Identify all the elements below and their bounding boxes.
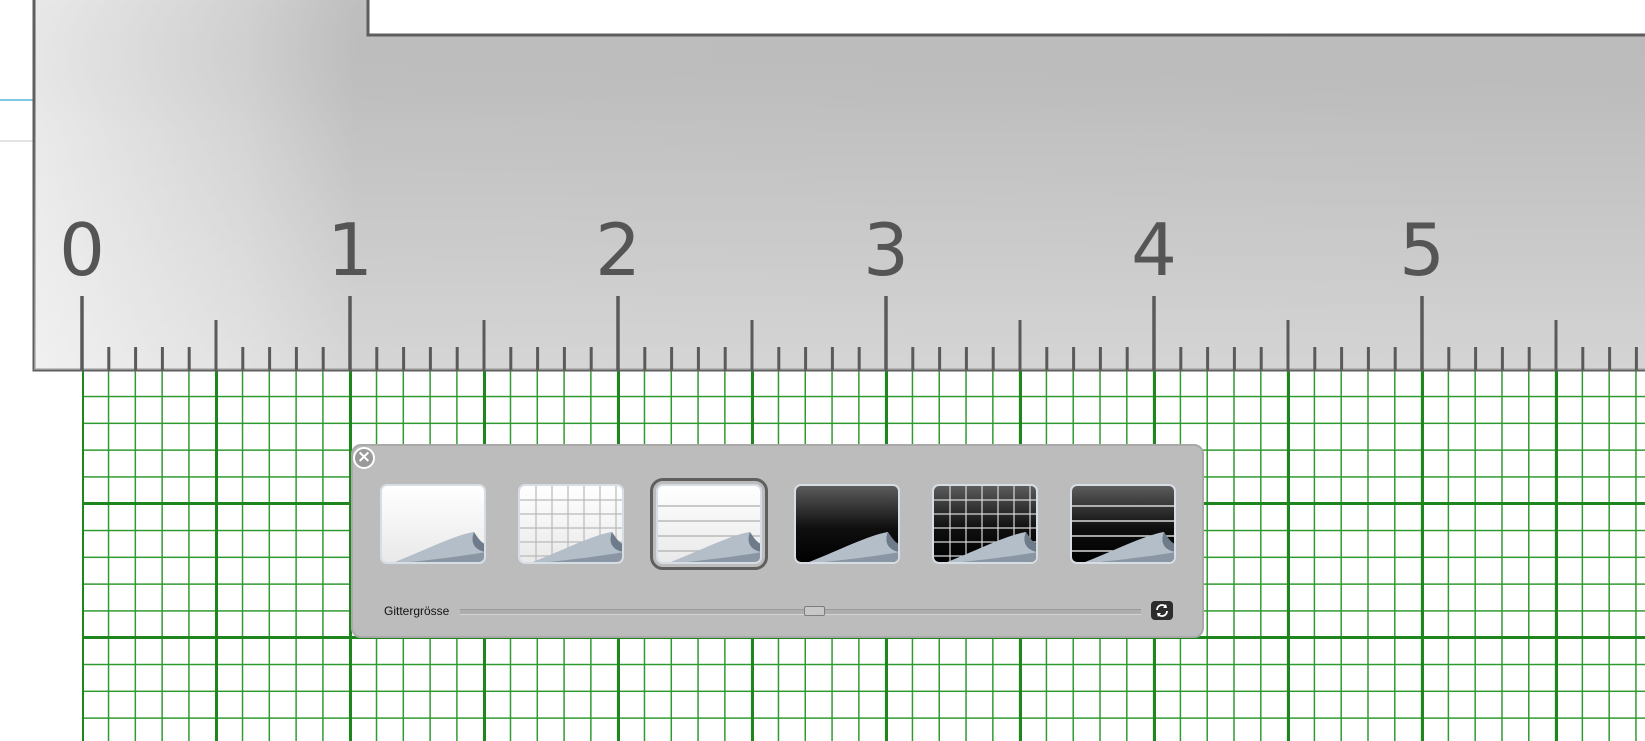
page-curl-icon <box>934 486 1036 562</box>
reset-icon[interactable] <box>1151 601 1173 620</box>
page-curl-icon <box>395 532 484 562</box>
ruler-unit-label: 0 <box>59 208 105 292</box>
ruler-unit-label: 5 <box>1399 208 1445 292</box>
grid-size-slider-thumb[interactable] <box>804 606 825 616</box>
background-option-plain-black[interactable] <box>794 484 900 564</box>
background-option-grid-black[interactable] <box>932 484 1038 564</box>
background-option-lines-black[interactable] <box>1070 484 1176 564</box>
background-option-plain-white[interactable] <box>380 484 486 564</box>
page-curl-icon <box>1072 505 1174 562</box>
close-icon[interactable]: × <box>353 447 375 469</box>
background-option-grid-white[interactable] <box>518 484 624 564</box>
page-curl-icon <box>809 532 898 562</box>
page-curl-icon <box>658 505 760 562</box>
ruler-unit-label: 4 <box>1131 208 1177 292</box>
page-curl-icon <box>520 486 622 562</box>
ruler-unit-label: 3 <box>863 208 909 292</box>
ruler-unit-label: 1 <box>327 208 373 292</box>
ruler-unit-label: 2 <box>595 208 641 292</box>
grid-size-label: Gittergrösse <box>384 604 450 618</box>
grid-size-slider[interactable] <box>460 609 1141 615</box>
background-option-lines-white[interactable] <box>650 478 768 570</box>
